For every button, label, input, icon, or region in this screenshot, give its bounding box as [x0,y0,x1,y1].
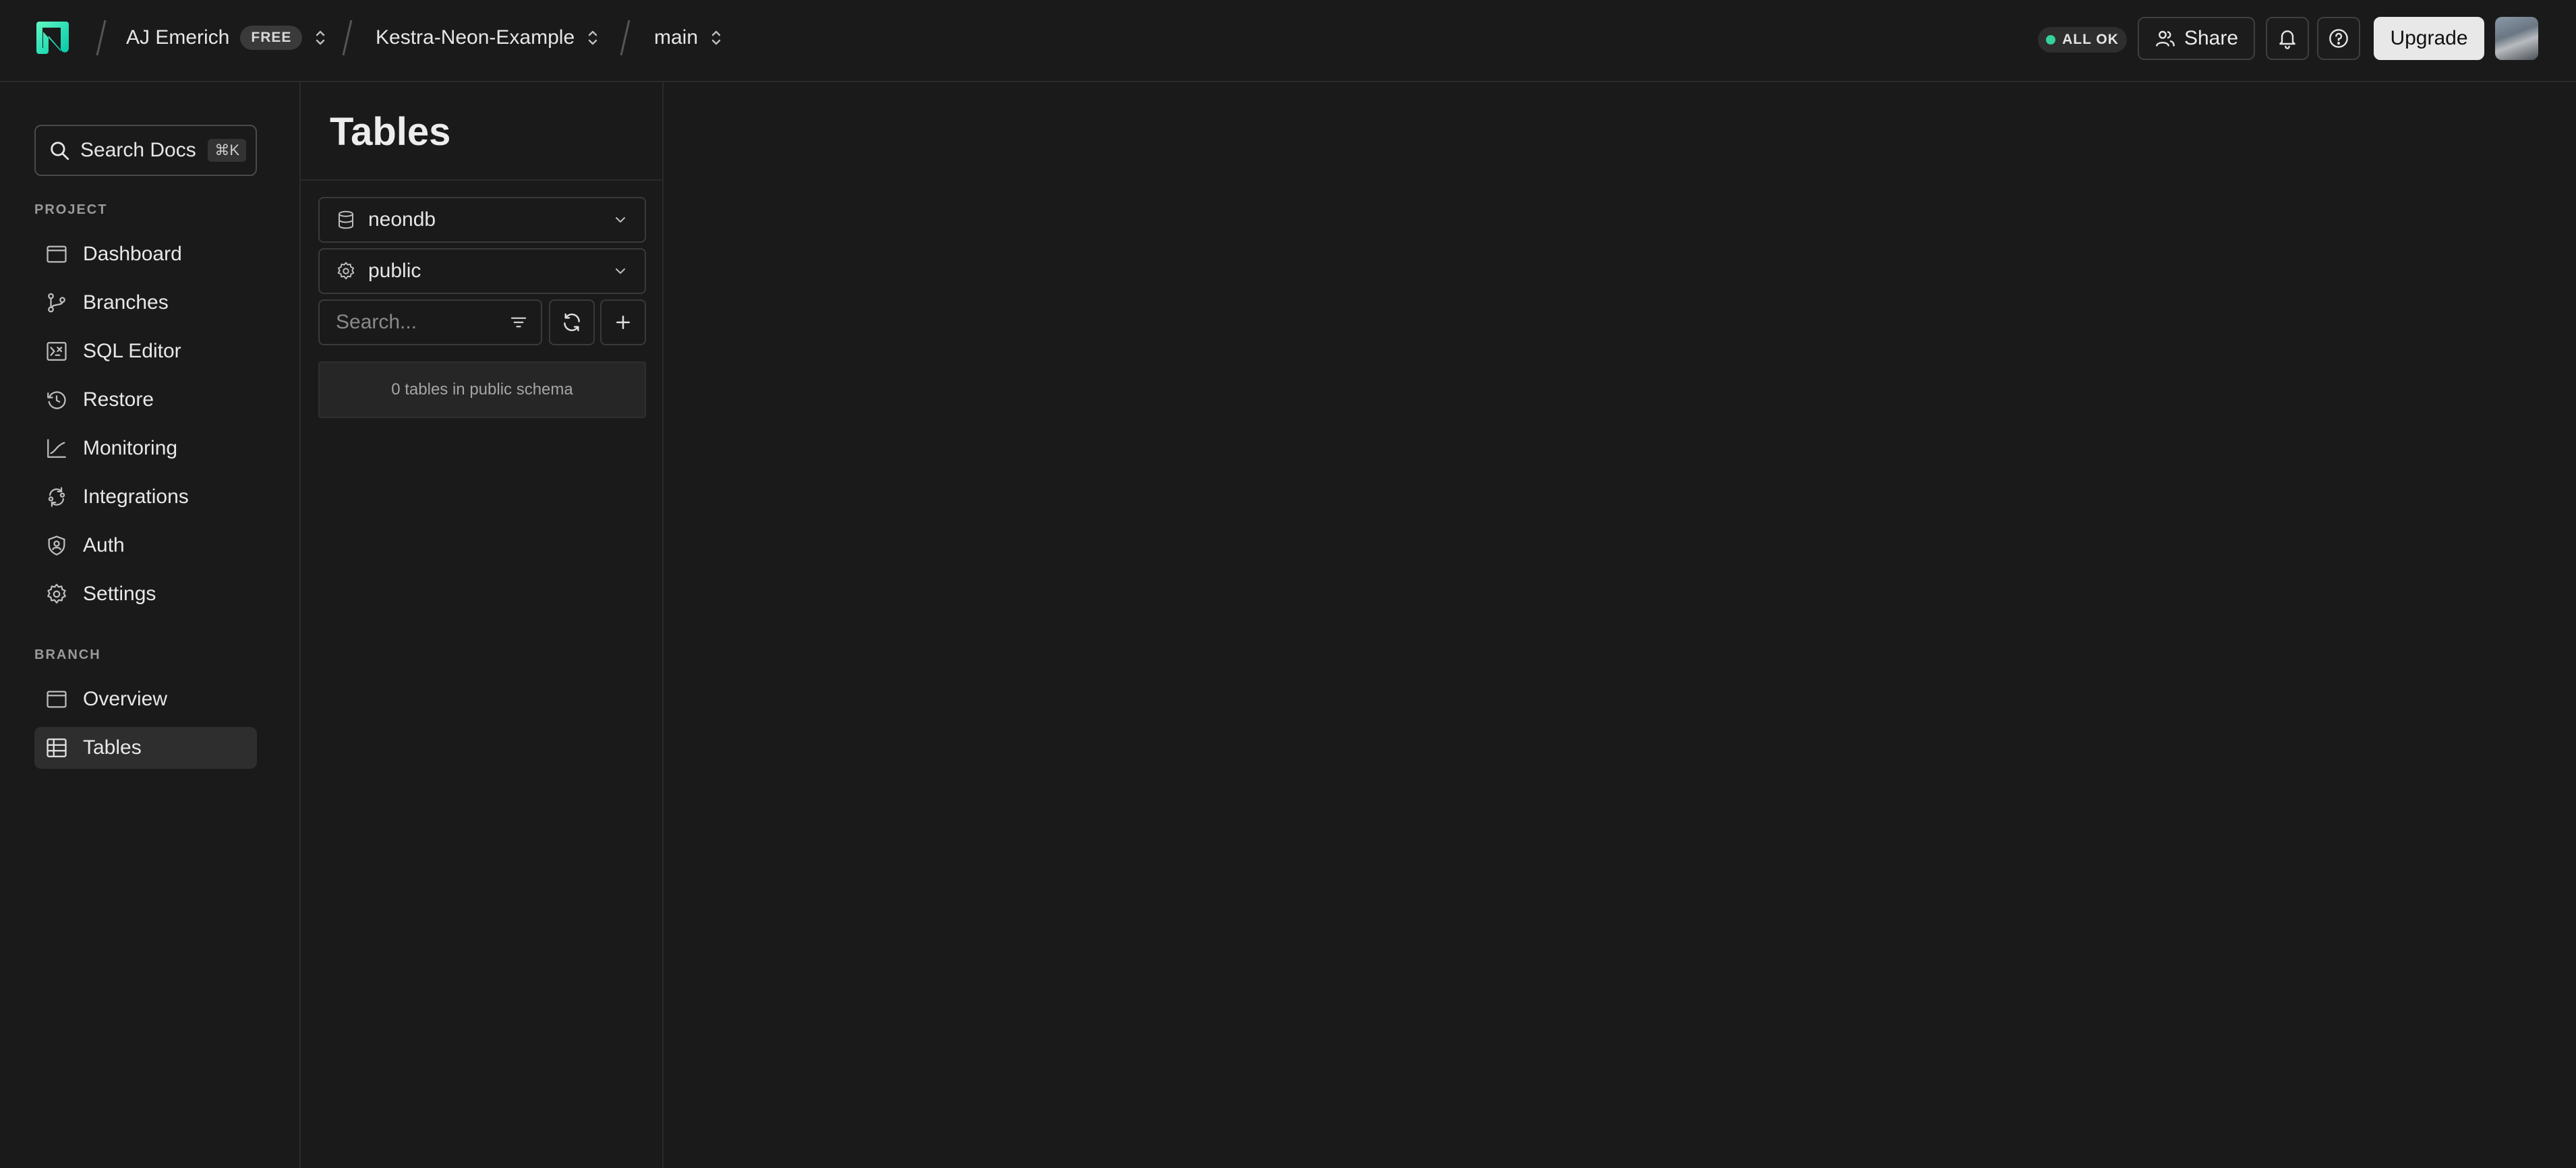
breadcrumb-separator [620,20,631,56]
users-icon [2156,30,2175,47]
sidebar: Search Docs ⌘K PROJECT Dashboard Branche… [0,82,301,1168]
sidebar-item-auth[interactable]: Auth [34,525,257,566]
sidebar-item-monitoring[interactable]: Monitoring [34,428,257,469]
plan-badge: FREE [240,26,303,50]
page-title: Tables [330,110,451,154]
main-content [664,82,2576,1168]
sidebar-item-branches[interactable]: Branches [34,282,257,324]
chevron-down-icon [616,217,625,223]
add-table-button[interactable] [600,299,646,345]
sidebar-item-label: Dashboard [83,243,182,265]
search-icon [51,142,69,160]
restore-icon [47,391,66,409]
refresh-button[interactable] [549,299,595,345]
org-switcher[interactable]: AJ Emerich FREE [126,24,328,51]
sidebar-item-settings[interactable]: Settings [34,573,257,615]
breadcrumb-separator [342,20,353,56]
status-label: ALL OK [2062,32,2119,47]
tables-panel: Tables neondb public Search... 0 tables … [301,82,664,1168]
help-circle-icon [2329,29,2348,48]
schema-icon [337,262,355,280]
chevron-up-down-icon [316,30,325,45]
notifications-button[interactable] [2266,17,2309,60]
breadcrumb-separator [96,20,107,56]
sidebar-item-label: Auth [83,534,125,556]
branches-icon [48,293,65,313]
sidebar-item-label: SQL Editor [83,340,181,362]
sidebar-item-label: Monitoring [83,437,178,459]
search-docs-button[interactable]: Search Docs ⌘K [34,125,257,176]
sidebar-item-overview[interactable]: Overview [34,678,257,720]
filter-icon[interactable] [508,312,529,332]
schema-value: public [368,260,421,282]
tables-icon [47,738,67,757]
sql-editor-icon [47,342,67,361]
sidebar-item-label: Overview [83,688,168,710]
project-switcher[interactable]: Kestra-Neon-Example [376,24,600,51]
sidebar-item-tables[interactable]: Tables [34,727,257,769]
gear-icon [47,583,66,604]
auth-icon [48,535,65,556]
help-button[interactable] [2317,17,2360,60]
sidebar-item-label: Restore [83,388,154,411]
sidebar-item-dashboard[interactable]: Dashboard [34,233,257,275]
project-name: Kestra-Neon-Example [376,26,575,49]
chevron-up-down-icon [588,30,597,45]
avatar[interactable] [2495,17,2538,60]
branch-switcher[interactable]: main [654,24,724,51]
org-name: AJ Emerich [126,26,230,49]
database-icon [339,210,353,229]
shortcut-badge: ⌘K [208,139,246,162]
database-select[interactable]: neondb [318,197,646,243]
search-placeholder: Search... [336,311,417,333]
chevron-down-icon [616,268,625,274]
sidebar-item-label: Tables [83,736,142,759]
database-value: neondb [368,208,436,231]
empty-message: 0 tables in public schema [391,380,573,399]
bell-icon [2279,30,2295,49]
chevron-up-down-icon [711,30,721,45]
monitoring-icon [47,439,66,458]
section-label-project: PROJECT [34,202,108,217]
integrations-icon [48,487,65,507]
divider [301,179,662,181]
status-dot [2046,35,2056,45]
upgrade-label: Upgrade [2390,27,2468,49]
neon-logo-icon[interactable] [34,19,71,57]
sidebar-item-label: Integrations [83,486,189,508]
top-bar: AJ Emerich FREE Kestra-Neon-Example main… [0,0,2576,82]
table-search-input[interactable]: Search... [318,299,542,345]
overview-icon [47,691,67,708]
plus-icon [616,316,630,329]
upgrade-button[interactable]: Upgrade [2374,17,2484,60]
sidebar-item-integrations[interactable]: Integrations [34,476,257,518]
share-button[interactable]: Share [2138,17,2255,60]
empty-state: 0 tables in public schema [318,361,646,418]
sidebar-item-label: Settings [83,583,156,605]
dashboard-icon [47,245,67,263]
section-label-branch: BRANCH [34,647,101,662]
schema-select[interactable]: public [318,248,646,294]
search-docs-label: Search Docs [80,139,196,161]
sidebar-item-sql-editor[interactable]: SQL Editor [34,330,257,372]
sidebar-item-restore[interactable]: Restore [34,379,257,421]
share-label: Share [2184,27,2239,49]
sidebar-item-label: Branches [83,291,169,314]
branch-name: main [654,26,699,49]
refresh-icon [564,313,580,332]
status-badge[interactable]: ALL OK [2038,27,2127,53]
